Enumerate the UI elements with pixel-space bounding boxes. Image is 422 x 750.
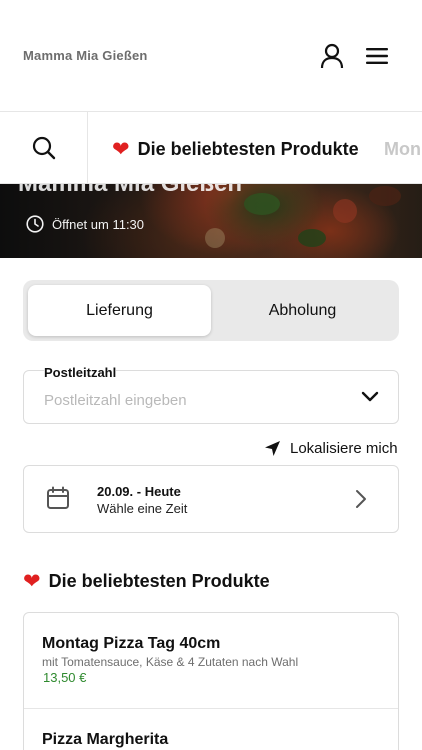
hero-banner: Mamma Mia Gießen Öffnet um 11:30: [0, 176, 422, 258]
postal-code-input[interactable]: [44, 392, 344, 409]
product-name: Pizza Margherita: [42, 731, 169, 748]
postal-code-field[interactable]: Postleitzahl: [23, 365, 399, 424]
app-header: Mamma Mia Gießen: [0, 0, 422, 112]
section-title-popular: ❤ Die beliebtesten Produkte: [23, 571, 270, 592]
locate-me-button[interactable]: Lokalisiere mich: [264, 440, 398, 457]
category-tab-popular[interactable]: ❤ Die beliebtesten Produkte: [112, 134, 359, 164]
product-description: mit Tomatensauce, Käse & 4 Zutaten nach …: [42, 655, 299, 669]
search-button[interactable]: [0, 112, 88, 183]
heart-icon: ❤: [23, 570, 41, 593]
choose-time-text: Wähle eine Zeit: [97, 501, 188, 516]
opening-hours: Öffnet um 11:30: [26, 215, 144, 233]
heart-icon: ❤: [112, 137, 130, 161]
selected-date: 20.09. - Heute: [97, 484, 181, 499]
time-selector[interactable]: 20.09. - Heute Wähle eine Zeit: [23, 465, 399, 533]
opening-hours-text: Öffnet um 11:30: [52, 216, 145, 232]
category-tab-label: Die beliebtesten Produkte: [137, 138, 359, 159]
locate-me-label: Lokalisiere mich: [290, 440, 398, 457]
product-card[interactable]: Pizza Margherita: [24, 709, 398, 750]
location-arrow-icon: [265, 441, 280, 456]
product-price: 13,50 €: [43, 670, 87, 685]
pickup-option[interactable]: Abholung: [211, 285, 394, 336]
order-mode-toggle: Lieferung Abholung: [23, 280, 399, 341]
product-card[interactable]: Montag Pizza Tag 40cm mit Tomatensauce, …: [24, 613, 398, 709]
category-tab-label: Mon: [384, 138, 421, 159]
search-icon: [32, 136, 55, 159]
chevron-down-icon[interactable]: [360, 389, 380, 403]
category-tab-next[interactable]: Mon: [384, 134, 421, 164]
product-list: Montag Pizza Tag 40cm mit Tomatensauce, …: [23, 612, 399, 750]
chevron-right-icon: [356, 490, 366, 508]
clock-icon: [26, 215, 44, 233]
category-bar: ❤ Die beliebtesten Produkte Mon: [0, 112, 422, 184]
brand-name[interactable]: Mamma Mia Gießen: [23, 48, 148, 63]
postal-code-label: Postleitzahl: [44, 365, 117, 380]
account-button[interactable]: [318, 42, 346, 70]
calendar-icon: [47, 486, 69, 509]
menu-icon: [366, 48, 388, 64]
user-icon: [320, 43, 344, 69]
section-title-text: Die beliebtesten Produkte: [48, 571, 270, 591]
product-name: Montag Pizza Tag 40cm: [42, 635, 221, 652]
menu-button[interactable]: [364, 44, 390, 68]
delivery-option[interactable]: Lieferung: [28, 285, 211, 336]
